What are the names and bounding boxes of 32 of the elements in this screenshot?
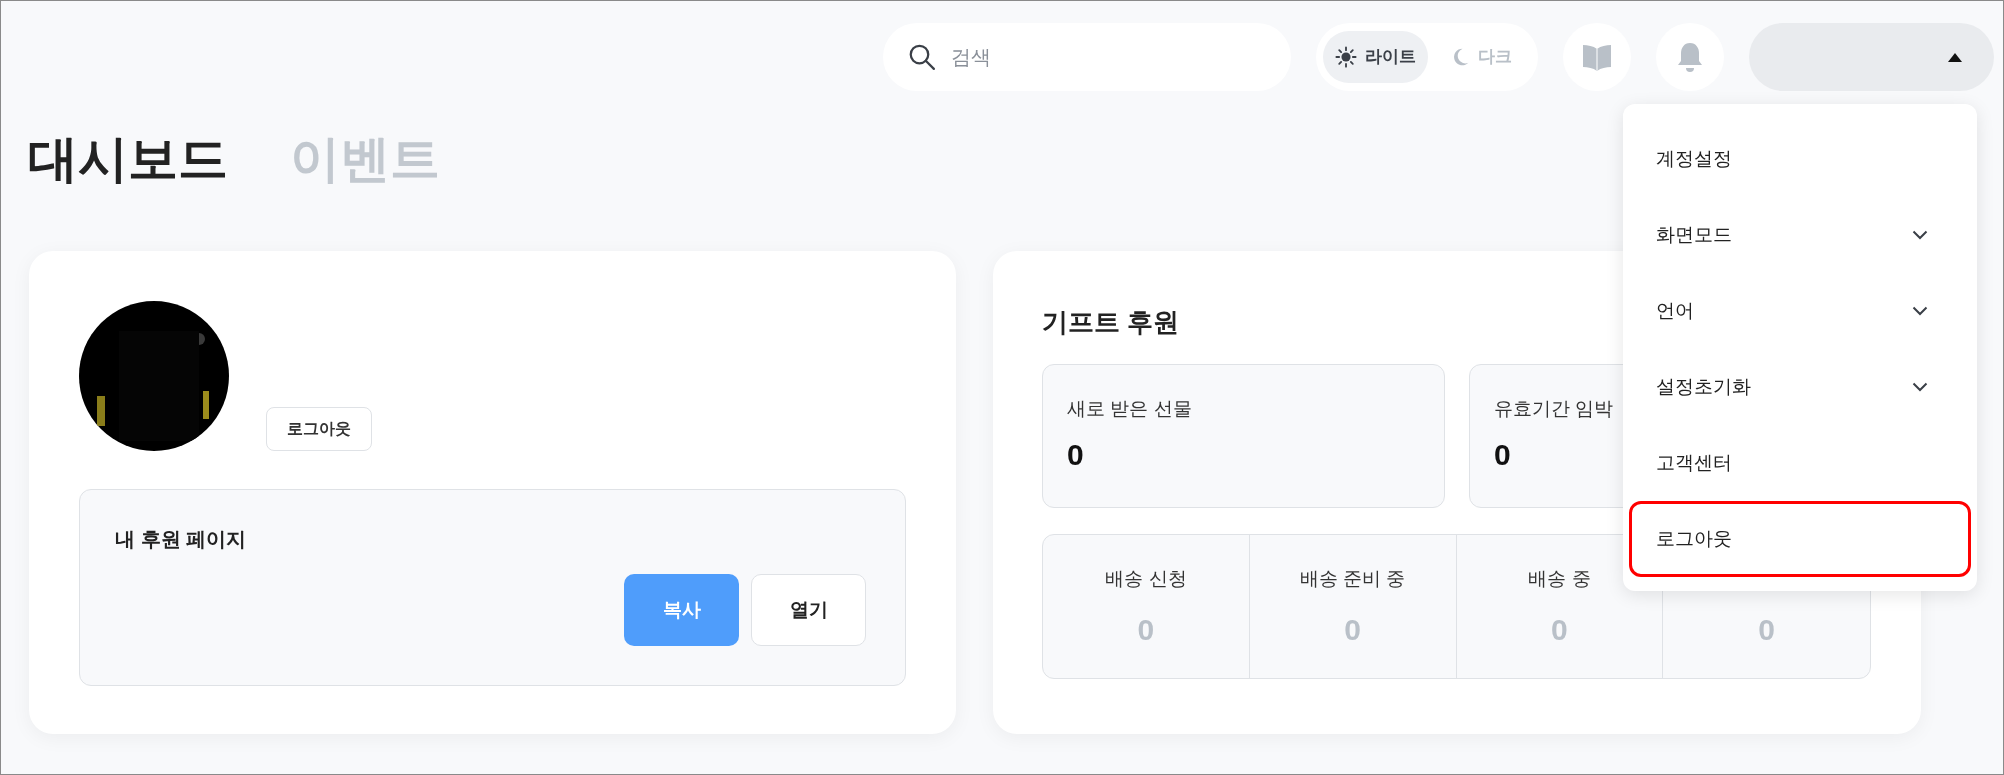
menu-item[interactable]: 화면모드 [1629, 197, 1971, 273]
delivery-count: 0 [1758, 612, 1775, 648]
stat-label: 새로 받은 선물 [1067, 397, 1193, 421]
menu-item[interactable]: 고객센터 [1629, 425, 1971, 501]
sun-icon [1335, 46, 1357, 68]
book-icon [1581, 42, 1613, 72]
gift-card-title: 기프트 후원 [1042, 306, 1180, 339]
chevron-down-icon [1912, 382, 1928, 392]
menu-item[interactable]: 설정초기화 [1629, 349, 1971, 425]
menu-item[interactable]: 언어 [1629, 273, 1971, 349]
delivery-count: 0 [1344, 612, 1361, 648]
menu-item[interactable]: 로그아웃 [1629, 501, 1971, 577]
delivery-label: 배송 중 [1528, 568, 1591, 589]
open-button[interactable]: 열기 [751, 574, 866, 646]
page-tab[interactable]: 대시보드 [28, 134, 228, 184]
caret-icon [1948, 52, 1962, 62]
delivery-label: 배송 신청 [1105, 568, 1187, 589]
delivery-count: 0 [1551, 612, 1568, 648]
sponsor-page-title: 내 후원 페이지 [115, 527, 248, 552]
search-icon [907, 42, 937, 72]
theme-option[interactable]: 라이트 [1323, 31, 1428, 83]
search-field[interactable]: 검색 [883, 23, 1291, 91]
logout-button[interactable]: 로그아웃 [266, 407, 372, 451]
stat-value: 0 [1067, 436, 1084, 473]
menu-item[interactable]: 계정설정 [1629, 121, 1971, 197]
chevron-down-icon [1912, 230, 1928, 240]
delivery-label: 배송 준비 중 [1299, 568, 1406, 589]
delivery-count: 0 [1137, 612, 1155, 648]
bell-icon [1676, 41, 1704, 73]
chevron-down-icon [1912, 306, 1928, 316]
stat-label: 유효기간 임박 [1494, 397, 1615, 421]
stat-value: 0 [1494, 436, 1511, 473]
